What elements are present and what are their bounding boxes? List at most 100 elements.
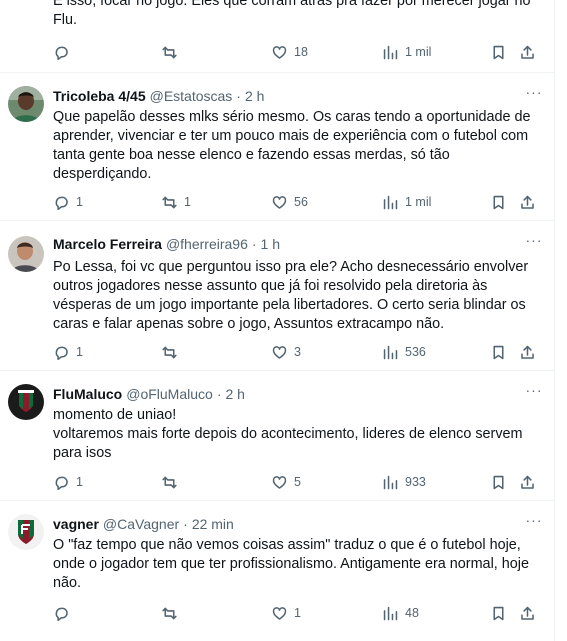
heart-icon <box>272 45 287 59</box>
tweet-actions: 1 3 536 <box>53 342 541 362</box>
retweet-icon <box>162 346 177 358</box>
display-name[interactable]: Marcelo Ferreira <box>53 236 162 252</box>
share-icon <box>521 475 534 489</box>
avatar[interactable] <box>8 384 44 420</box>
share-button[interactable] <box>519 472 536 492</box>
bookmark-icon <box>493 606 504 620</box>
views-icon <box>383 195 398 209</box>
tweet[interactable]: vagner @CaVagner · 22 min ··· O "faz tem… <box>0 500 554 641</box>
bookmark-icon <box>493 345 504 359</box>
heart-icon <box>272 475 287 489</box>
user-handle[interactable]: @oFluMaluco <box>126 386 213 402</box>
tweet[interactable]: FluMaluco @oFluMaluco · 2 h ··· momento … <box>0 370 554 501</box>
retweet-icon <box>162 607 177 619</box>
tweet-header: FluMaluco @oFluMaluco · 2 h ··· <box>53 383 544 404</box>
reply-icon <box>55 476 68 490</box>
share-button[interactable] <box>519 603 536 623</box>
tweet-text: momento de uniao! voltaremos mais forte … <box>53 407 523 461</box>
timestamp[interactable]: 22 min <box>192 516 234 532</box>
separator-dot: · <box>251 236 257 252</box>
views-count: 1 mil <box>405 45 432 59</box>
share-icon <box>521 195 534 209</box>
timestamp[interactable]: 2 h <box>245 88 264 104</box>
like-button[interactable]: 5 <box>271 472 301 492</box>
avatar[interactable] <box>8 236 44 272</box>
bookmark-icon <box>493 475 504 489</box>
retweet-button[interactable] <box>161 603 184 623</box>
avatar[interactable] <box>8 86 44 122</box>
views-icon <box>383 45 398 59</box>
display-name[interactable]: Tricoleba 4/45 <box>53 88 146 104</box>
retweet-button[interactable] <box>161 42 184 62</box>
display-name[interactable]: FluMaluco <box>53 386 122 402</box>
more-options-icon[interactable]: ··· <box>524 513 544 534</box>
reply-button[interactable]: 1 <box>53 342 83 362</box>
timeline: É isso, focar no jogo. Eles que corram a… <box>0 0 555 641</box>
reply-icon <box>55 46 68 60</box>
bookmark-button[interactable] <box>490 603 507 623</box>
reply-button[interactable]: 1 <box>53 472 83 492</box>
retweet-button[interactable] <box>161 472 184 492</box>
avatar-photo <box>8 86 44 122</box>
like-count: 3 <box>294 345 301 359</box>
tweet[interactable]: Marcelo Ferreira @fherreira96 · 1 h ··· … <box>0 220 554 371</box>
display-name[interactable]: vagner <box>53 516 99 532</box>
retweet-count: 1 <box>184 195 191 209</box>
views-icon <box>383 345 398 359</box>
tweet-header: Marcelo Ferreira @fherreira96 · 1 h ··· <box>53 233 544 254</box>
tweet[interactable]: Tricoleba 4/45 @Estatoscas · 2 h ··· Que… <box>0 72 554 221</box>
like-count: 18 <box>294 45 308 59</box>
reply-button[interactable]: 1 <box>53 192 83 212</box>
views-button[interactable]: 536 <box>382 342 426 362</box>
bookmark-button[interactable] <box>490 192 507 212</box>
views-count: 48 <box>405 606 419 620</box>
views-count: 1 mil <box>405 195 432 209</box>
tweet-actions: 1 48 <box>53 603 541 623</box>
reply-button[interactable] <box>53 42 76 62</box>
avatar-crest <box>8 514 44 550</box>
share-icon <box>521 606 534 620</box>
tweet-actions: 1 5 933 <box>53 472 541 492</box>
share-button[interactable] <box>519 192 536 212</box>
share-button[interactable] <box>519 342 536 362</box>
avatar-crest <box>8 384 44 420</box>
more-options-icon[interactable]: ··· <box>524 233 544 254</box>
views-icon <box>383 606 398 620</box>
user-handle[interactable]: @CaVagner <box>103 516 179 532</box>
bookmark-button[interactable] <box>490 42 507 62</box>
timestamp[interactable]: 2 h <box>225 386 244 402</box>
retweet-button[interactable]: 1 <box>161 192 191 212</box>
share-button[interactable] <box>519 42 536 62</box>
views-button[interactable]: 933 <box>382 472 426 492</box>
tweet-header: vagner @CaVagner · 22 min ··· <box>53 513 544 534</box>
views-button[interactable]: 1 mil <box>382 42 431 62</box>
like-button[interactable]: 18 <box>271 42 308 62</box>
avatar[interactable] <box>8 514 44 550</box>
tweet-partial[interactable]: É isso, focar no jogo. Eles que corram a… <box>0 0 554 73</box>
reply-count: 1 <box>76 475 83 489</box>
separator-dot: · <box>236 88 241 104</box>
bookmark-button[interactable] <box>490 472 507 492</box>
timestamp[interactable]: 1 h <box>261 236 280 252</box>
like-button[interactable]: 3 <box>271 342 301 362</box>
reply-count: 1 <box>76 195 83 209</box>
tweet-text: É isso, focar no jogo. Eles que corram a… <box>53 0 535 28</box>
user-handle[interactable]: @Estatoscas <box>150 88 233 104</box>
bookmark-button[interactable] <box>490 342 507 362</box>
separator-dot: · <box>216 386 222 402</box>
retweet-button[interactable] <box>161 342 184 362</box>
like-button[interactable]: 56 <box>271 192 308 212</box>
more-options-icon[interactable]: ··· <box>524 383 544 404</box>
reply-button[interactable] <box>53 603 76 623</box>
views-button[interactable]: 1 mil <box>382 192 431 212</box>
tweet-actions: 1 1 56 1 mil <box>53 192 541 212</box>
heart-icon <box>272 606 287 620</box>
avatar-photo <box>8 236 44 272</box>
views-count: 536 <box>405 345 426 359</box>
like-count: 1 <box>294 606 301 620</box>
user-handle[interactable]: @fherreira96 <box>166 236 248 252</box>
views-button[interactable]: 48 <box>382 603 419 623</box>
more-options-icon[interactable]: ··· <box>524 85 544 106</box>
like-button[interactable]: 1 <box>271 603 301 623</box>
bookmark-icon <box>493 45 504 59</box>
